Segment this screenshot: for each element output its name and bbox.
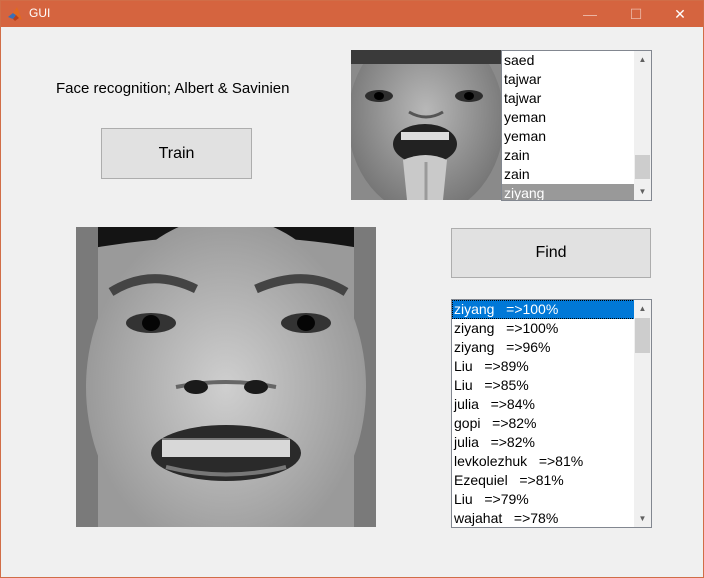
list-item[interactable]: ziyang =>100%: [452, 319, 651, 338]
list-item[interactable]: yeman: [502, 108, 651, 127]
title-bar: GUI — ☐ ✕: [1, 1, 703, 27]
list-item[interactable]: saed: [502, 51, 651, 70]
list-item[interactable]: wajahat =>78%: [452, 509, 651, 527]
results-listbox[interactable]: ziyang =>100% ziyang =>100% ziyang =>96% Li…: [451, 299, 652, 528]
list-item[interactable]: Liu =>89%: [452, 357, 651, 376]
list-item[interactable]: levkolezhuk =>81%: [452, 452, 651, 471]
list-item[interactable]: tajwar: [502, 70, 651, 89]
app-heading: Face recognition; Albert & Savinien: [56, 80, 290, 97]
minimize-icon[interactable]: —: [567, 1, 613, 27]
matched-face-image: [351, 50, 501, 200]
list-item[interactable]: ziyang: [502, 184, 651, 200]
list-item[interactable]: julia =>82%: [452, 433, 651, 452]
list-item[interactable]: julia =>84%: [452, 395, 651, 414]
database-listbox[interactable]: saed tajwar tajwar yeman yeman zain zain ziyang…: [501, 50, 652, 201]
scroll-down-icon[interactable]: ▼: [634, 183, 651, 200]
list-item[interactable]: ziyang =>96%: [452, 338, 651, 357]
list-item[interactable]: Ezequiel =>81%: [452, 471, 651, 490]
results-scrollbar[interactable]: ▲ ▼: [634, 300, 651, 527]
list-item[interactable]: ziyang =>100%: [452, 300, 651, 319]
matlab-icon: [8, 7, 22, 21]
scrollbar-thumb[interactable]: [635, 155, 650, 179]
scroll-down-icon[interactable]: ▼: [634, 510, 651, 527]
list-item[interactable]: yeman: [502, 127, 651, 146]
list-item[interactable]: Liu =>85%: [452, 376, 651, 395]
window-title: GUI: [29, 6, 51, 20]
database-scrollbar[interactable]: ▲ ▼: [634, 51, 651, 200]
list-item[interactable]: zain: [502, 165, 651, 184]
query-face-image: [76, 227, 376, 527]
maximize-icon[interactable]: ☐: [613, 1, 659, 27]
app-window: GUI — ☐ ✕ Face recognition; Albert & Sav…: [0, 0, 704, 578]
list-item[interactable]: gopi =>82%: [452, 414, 651, 433]
scroll-up-icon[interactable]: ▲: [634, 300, 651, 317]
find-button[interactable]: Find: [451, 228, 651, 278]
scroll-up-icon[interactable]: ▲: [634, 51, 651, 68]
scrollbar-thumb[interactable]: [635, 318, 650, 353]
list-item[interactable]: zain: [502, 146, 651, 165]
close-icon[interactable]: ✕: [657, 1, 703, 27]
list-item[interactable]: tajwar: [502, 89, 651, 108]
list-item[interactable]: Liu =>79%: [452, 490, 651, 509]
train-button[interactable]: Train: [101, 128, 252, 179]
